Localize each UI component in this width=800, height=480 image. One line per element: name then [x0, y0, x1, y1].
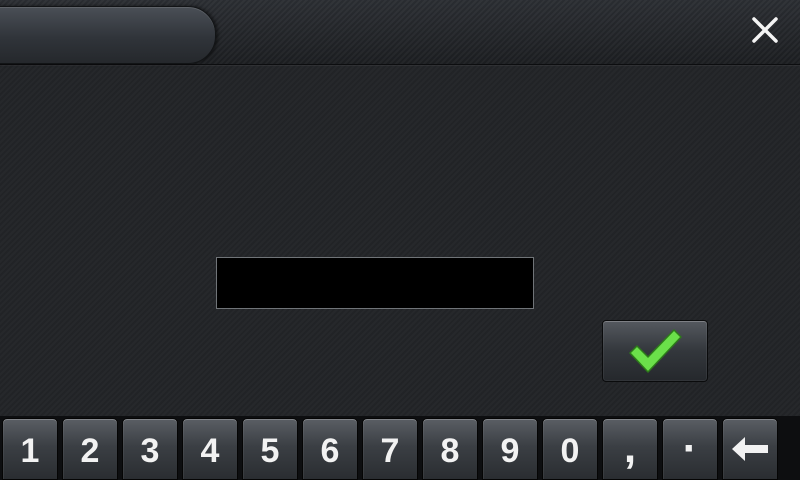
key-0[interactable]: 0	[542, 418, 598, 480]
key-7[interactable]: 7	[362, 418, 418, 480]
close-icon	[752, 17, 778, 43]
key-6[interactable]: 6	[302, 418, 358, 480]
key-1[interactable]: 1	[2, 418, 58, 480]
title-tab	[0, 6, 216, 64]
key-label: 3	[140, 432, 160, 470]
numeric-entry-screen: 1 2 3 4 5 6 7 8 9 0 , ·	[0, 0, 800, 480]
key-label: 0	[560, 432, 580, 470]
key-label: ,	[623, 423, 637, 472]
key-label: 5	[260, 432, 280, 470]
numeric-keyboard: 1 2 3 4 5 6 7 8 9 0 , ·	[0, 416, 800, 480]
backspace-key[interactable]	[722, 418, 778, 480]
key-4[interactable]: 4	[182, 418, 238, 480]
key-label: 6	[320, 432, 340, 470]
key-label: 9	[500, 432, 520, 470]
key-label: 8	[440, 432, 460, 470]
key-9[interactable]: 9	[482, 418, 538, 480]
key-label: 1	[20, 432, 40, 470]
checkmark-icon	[629, 329, 682, 373]
key-label: ·	[682, 424, 698, 473]
close-button[interactable]	[742, 8, 788, 52]
key-period[interactable]: ·	[662, 418, 718, 480]
title-bar	[0, 0, 800, 65]
key-comma[interactable]: ,	[602, 418, 658, 480]
key-8[interactable]: 8	[422, 418, 478, 480]
key-label: 2	[80, 432, 100, 470]
key-2[interactable]: 2	[62, 418, 118, 480]
confirm-button[interactable]	[602, 320, 708, 382]
key-3[interactable]: 3	[122, 418, 178, 480]
key-label: 7	[380, 432, 400, 470]
key-label: 4	[200, 432, 220, 470]
backspace-arrow-icon	[732, 437, 768, 461]
number-input[interactable]	[216, 257, 534, 309]
key-5[interactable]: 5	[242, 418, 298, 480]
